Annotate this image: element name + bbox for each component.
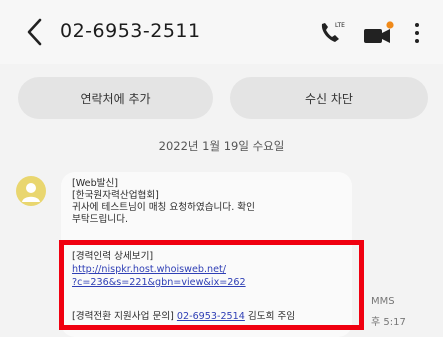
back-arrow-icon[interactable] [24,16,46,48]
person-icon [22,183,40,202]
message-line: 귀사에 테스트님이 매칭 요청하였습니다. 확인 [72,202,255,213]
message-line: [Web발신] [72,178,119,189]
date-divider: 2022년 1월 19일 수요일 [158,139,285,153]
svg-text:LTE: LTE [335,22,345,29]
message-line: 부탁드립니다. [72,214,129,225]
conversation-header: 02-6953-2511 LTE [0,0,443,64]
highlight-box [59,240,364,330]
block-number-button[interactable]: 수신 차단 [230,77,428,119]
more-options-icon[interactable] [412,19,422,47]
message-line: [한국원자력산업협회] [72,190,159,201]
contact-phone-number: 02-6953-2511 [60,20,201,42]
avatar[interactable] [16,176,46,206]
phone-call-icon[interactable]: LTE [316,18,346,48]
message-time: 후 5:17 [371,317,406,328]
message-type-label: MMS [371,296,395,307]
video-call-icon[interactable] [361,20,397,48]
add-contact-button[interactable]: 연락처에 추가 [18,77,213,119]
